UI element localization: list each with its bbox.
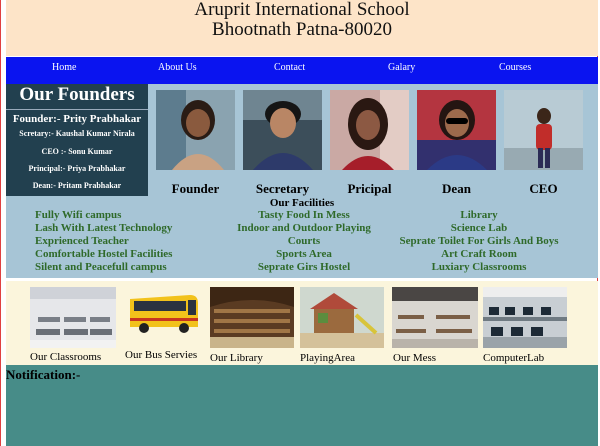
mess-image[interactable] [392,287,478,348]
founders-title: Our Founders [19,84,135,105]
ceo-photo [504,90,583,170]
ceo-name: CEO :- Sonu Kumar [41,147,113,156]
notification-label: Notification:- [6,367,81,382]
library-image[interactable] [210,287,294,348]
principal-name: Principal:- Priya Prabhakar [28,164,126,173]
facility-item: Lash With Latest Technology [35,222,173,234]
notification-section: Notification:- [6,365,598,446]
role-principal: Pricipal [347,181,392,196]
role-secretary: Secretary [255,181,310,196]
playing-area-image[interactable] [300,287,384,348]
gallery-label-classrooms: Our Classrooms [30,351,102,363]
school-address: Bhootnath Patna-80020 [212,19,392,40]
role-ceo: CEO [529,181,558,196]
gallery-label-playing-area: PlayingArea [300,352,355,364]
nav-home[interactable]: Home [52,57,76,78]
bus-image[interactable] [124,287,202,339]
school-name: Aruprit International School [194,0,410,20]
facility-item: Courts [287,235,321,247]
principal-photo [330,90,409,170]
gallery-label-mess: Our Mess [393,352,437,364]
facility-item: Luxiary Classrooms [431,261,527,273]
divider [6,109,148,110]
facilities-section: Our Facilities Fully Wifi campus Lash Wi… [6,196,598,278]
founder-name: Founder:- Prity Prabhakar [12,113,142,125]
nav-contact[interactable]: Contact [274,57,305,78]
role-dean: Dean [442,181,471,196]
facility-item: Exprienced Teacher [35,235,129,247]
facility-item: Library [460,209,498,221]
facility-item: Seprate Toilet For Girls And Boys [399,235,559,247]
facility-item: Silent and Peacefull campus [35,261,167,273]
page: Aruprit International School Bhootnath P… [0,0,598,446]
facility-item: Art Craft Room [441,248,517,260]
site-header: Aruprit International School Bhootnath P… [6,0,598,56]
facility-item: Seprate Girs Hostel [257,261,351,273]
facilities-col-1: Fully Wifi campus Lash With Latest Techn… [35,209,172,274]
facilities-col-3: Library Science Lab Seprate Toilet For G… [396,209,562,274]
founders-section: Our Founders Founder:- Prity Prabhakar S… [6,84,598,196]
secretary-name: Scretary:- Kaushal Kumar Nirala [19,129,135,138]
nav-courses[interactable]: Courses [499,57,531,78]
facilities-col-2: Tasty Food In Mess Indoor and Outdoor Pl… [224,209,384,274]
facility-item: Sports Area [276,248,332,260]
dean-photo [417,90,496,170]
facility-item: Tasty Food In Mess [258,209,350,221]
gallery-section: Our Classrooms Our Bus Servies Our Libra… [6,281,598,365]
role-founder: Founder [171,181,220,196]
gallery-label-bus: Our Bus Servies [125,349,198,361]
classroom-image[interactable] [30,287,116,348]
nav-gallery[interactable]: Galary [388,57,415,78]
main-nav: Home About Us Contact Galary Courses [6,57,598,84]
founder-photo [156,90,235,170]
nav-about-us[interactable]: About Us [158,57,197,78]
facility-item: Indoor and Outdoor Playing [237,222,371,234]
founders-panel: Our Founders Founder:- Prity Prabhakar S… [6,84,148,196]
gallery-label-computer-lab: ComputerLab [483,352,545,364]
facility-item: Science Lab [450,222,508,234]
facilities-title: Our Facilities [269,197,335,209]
secretary-photo [243,90,322,170]
gallery-label-library: Our Library [210,352,263,364]
dean-name: Dean:- Pritam Prabhakar [32,181,122,190]
computer-lab-image[interactable] [483,287,567,348]
facility-item: Fully Wifi campus [35,209,122,221]
facility-item: Comfortable Hostel Facilities [35,248,173,260]
